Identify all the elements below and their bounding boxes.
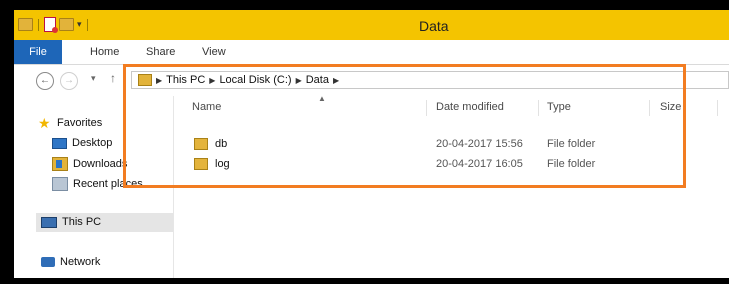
up-arrow-icon[interactable]: ↑ [110,71,116,85]
recent-locations-chevron-down-icon[interactable]: ▾ [91,73,96,84]
title-bar: ▾ Data [14,10,729,40]
nav-item-downloads[interactable]: Downloads [52,157,127,171]
network-icon [41,257,55,267]
tab-file[interactable]: File [14,40,62,64]
nav-label: This PC [62,216,102,228]
ribbon-tabs: File Home Share View [14,40,729,65]
nav-label: Desktop [72,137,113,149]
tab-home[interactable]: Home [84,40,125,64]
nav-item-network[interactable]: Network [41,256,100,268]
tab-share[interactable]: Share [140,40,181,64]
star-icon: ★ [38,115,51,131]
nav-item-this-pc[interactable]: This PC [41,216,101,228]
tab-view[interactable]: View [196,40,232,64]
nav-item-desktop[interactable]: Desktop [52,137,112,149]
desktop-icon [52,137,67,149]
recent-places-icon [52,177,68,191]
nav-label: Downloads [73,158,128,170]
nav-label: Network [60,256,101,268]
nav-item-favorites[interactable]: ★ Favorites [38,115,103,131]
downloads-icon [52,157,68,171]
back-arrow-icon[interactable]: ← [36,72,54,90]
highlight-annotation-box [123,64,686,188]
window-title: Data [419,18,449,34]
forward-arrow-icon[interactable]: → [60,72,78,90]
column-divider[interactable] [717,100,718,116]
computer-icon [41,216,57,228]
nav-label: Favorites [57,117,103,129]
